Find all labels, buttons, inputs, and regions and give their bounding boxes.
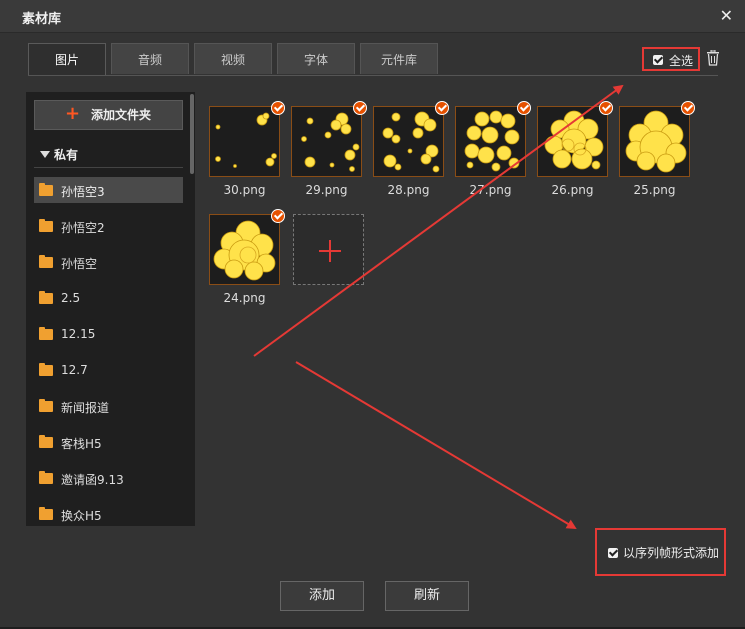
- folder-item[interactable]: 客栈H5: [34, 429, 183, 455]
- checkbox-checked-icon[interactable]: [608, 548, 618, 558]
- smoke-frame-icon: [382, 111, 440, 173]
- folder-icon: [39, 435, 53, 448]
- folder-item[interactable]: 孙悟空2: [34, 213, 183, 239]
- selected-check-icon[interactable]: [353, 101, 367, 115]
- folder-icon: [39, 291, 53, 304]
- selected-check-icon[interactable]: [681, 101, 695, 115]
- folder-item[interactable]: 孙悟空: [34, 249, 183, 275]
- folder-name: 2.5: [61, 291, 81, 305]
- folder-name: 孙悟空3: [61, 185, 105, 199]
- folder-icon: [39, 471, 53, 484]
- checkbox-checked-icon[interactable]: [653, 55, 663, 65]
- tab-components[interactable]: 元件库: [360, 43, 438, 74]
- folder-name: 孙悟空: [61, 257, 98, 271]
- smoke-frame-icon: [213, 220, 276, 281]
- tab-fonts[interactable]: 字体: [277, 43, 355, 74]
- sidebar-scrollbar[interactable]: [190, 94, 194, 174]
- smoke-frame-icon: [215, 112, 277, 168]
- selected-check-icon[interactable]: [271, 209, 285, 223]
- select-all-checkbox[interactable]: 全选: [642, 47, 700, 71]
- private-section-label: 私有: [54, 148, 79, 162]
- smoke-frame-icon: [625, 110, 687, 173]
- sidebar-divider: [34, 167, 183, 168]
- dialog-title: 素材库: [22, 12, 62, 27]
- refresh-button[interactable]: 刷新: [385, 581, 469, 611]
- image-filename: 24.png: [223, 291, 266, 305]
- folder-icon: [39, 363, 53, 376]
- folder-name: 12.7: [61, 363, 88, 377]
- image-filename: 27.png: [469, 183, 512, 197]
- folder-icon: [39, 507, 53, 520]
- folder-name: 邀请函9.13: [61, 473, 124, 487]
- tab-images[interactable]: 图片: [28, 43, 106, 76]
- image-filename: 26.png: [551, 183, 594, 197]
- folder-icon: [39, 327, 53, 340]
- caret-down-icon: [40, 151, 50, 158]
- folder-icon: [39, 219, 53, 232]
- folder-name: 客栈H5: [61, 437, 102, 451]
- folder-name: 换众H5: [61, 509, 102, 523]
- folder-name: 新闻报道: [61, 401, 110, 415]
- folder-icon: [39, 399, 53, 412]
- selected-check-icon[interactable]: [435, 101, 449, 115]
- plus-icon: [329, 240, 331, 262]
- selected-check-icon[interactable]: [271, 101, 285, 115]
- smoke-frame-icon: [301, 112, 360, 172]
- folder-item[interactable]: 12.15: [34, 321, 183, 347]
- image-filename: 29.png: [305, 183, 348, 197]
- folder-item[interactable]: 12.7: [34, 357, 183, 383]
- image-filename: 30.png: [223, 183, 266, 197]
- image-filename: 25.png: [633, 183, 676, 197]
- title-bar: 素材库 ✕: [0, 0, 745, 33]
- tab-video[interactable]: 视频: [194, 43, 272, 74]
- folder-icon: [39, 255, 53, 268]
- folder-item[interactable]: 邀请函9.13: [34, 465, 183, 491]
- arrow-to-sequence-option: [295, 361, 577, 530]
- folder-item[interactable]: 新闻报道: [34, 393, 183, 419]
- plus-icon: +: [65, 103, 81, 124]
- smoke-frame-icon: [464, 110, 520, 172]
- folder-name: 孙悟空2: [61, 221, 105, 235]
- private-section-toggle[interactable]: 私有: [40, 146, 78, 163]
- sequence-frames-label: 以序列帧形式添加: [623, 546, 720, 560]
- image-thumbnail[interactable]: [537, 101, 613, 177]
- image-thumbnail[interactable]: [619, 101, 695, 177]
- folder-name: 12.15: [61, 327, 96, 341]
- image-thumbnail[interactable]: [291, 101, 367, 177]
- trash-icon[interactable]: [706, 50, 720, 66]
- add-folder-button[interactable]: + 添加文件夹: [34, 100, 183, 130]
- smoke-frame-icon: [544, 110, 604, 170]
- selected-check-icon[interactable]: [599, 101, 613, 115]
- folder-item[interactable]: 2.5: [34, 285, 183, 311]
- image-thumbnail[interactable]: [455, 101, 531, 177]
- image-thumbnail[interactable]: [373, 101, 449, 177]
- add-folder-label: 添加文件夹: [91, 108, 152, 122]
- add-image-tile[interactable]: [293, 214, 364, 285]
- image-thumbnail[interactable]: [209, 209, 285, 285]
- add-button[interactable]: 添加: [280, 581, 364, 611]
- folder-item[interactable]: 孙悟空3: [34, 177, 183, 203]
- close-icon[interactable]: ✕: [720, 6, 733, 25]
- sequence-frames-checkbox[interactable]: 以序列帧形式添加: [595, 528, 726, 576]
- material-library-dialog: 素材库 ✕ 图片 音频 视频 字体 元件库 全选 + 添加文件夹 私有 孙悟空3: [0, 0, 745, 629]
- select-all-label: 全选: [669, 54, 694, 68]
- tab-divider: [28, 75, 718, 76]
- selected-check-icon[interactable]: [517, 101, 531, 115]
- folder-icon: [39, 183, 53, 196]
- image-filename: 28.png: [387, 183, 430, 197]
- image-thumbnail[interactable]: [209, 101, 285, 177]
- folder-sidebar: + 添加文件夹 私有 孙悟空3 孙悟空2 孙悟空 2.5 12.15 12.7 …: [26, 92, 195, 526]
- folder-item[interactable]: 换众H5: [34, 501, 183, 526]
- tab-audio[interactable]: 音频: [111, 43, 189, 74]
